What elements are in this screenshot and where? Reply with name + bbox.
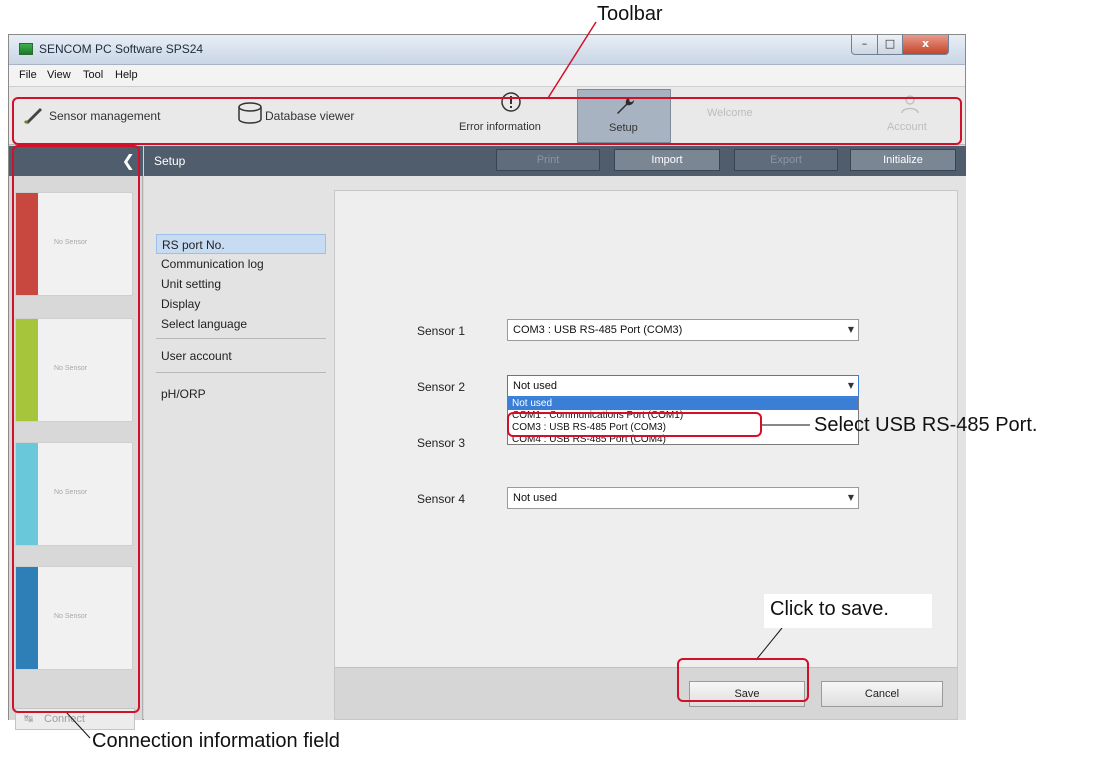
menu-tool[interactable]: Tool xyxy=(83,69,103,81)
callout-click-save: Click to save. xyxy=(770,598,889,620)
nav-rs-port[interactable]: RS port No. xyxy=(156,234,326,254)
title-bar: SENCOM PC Software SPS24 – □ x xyxy=(9,35,965,65)
setup-body: RS port No. Communication log Unit setti… xyxy=(144,176,966,720)
nav-unit-setting[interactable]: Unit setting xyxy=(156,274,221,294)
callout-toolbar: Toolbar xyxy=(597,3,663,25)
com4-option-highlight xyxy=(507,412,762,437)
settings-footer: Save Cancel xyxy=(335,667,957,719)
chevron-down-icon: ▼ xyxy=(847,325,854,334)
chevron-down-icon: ▼ xyxy=(847,381,854,390)
sensor-1-value: COM3 : USB RS-485 Port (COM3) xyxy=(513,324,683,336)
setup-nav: RS port No. Communication log Unit setti… xyxy=(144,176,334,720)
maximize-button[interactable]: □ xyxy=(877,35,903,55)
nav-display[interactable]: Display xyxy=(156,294,200,314)
callout-select-port: Select USB RS-485 Port. xyxy=(814,414,1038,436)
save-button-highlight xyxy=(677,658,809,702)
nav-divider xyxy=(156,338,326,339)
nav-user-account[interactable]: User account xyxy=(156,346,232,366)
toolbar-highlight xyxy=(12,97,962,145)
sensor-2-value: Not used xyxy=(513,380,558,392)
setup-header: Setup Print Import Export Initialize xyxy=(144,146,966,176)
connect-label: Connect xyxy=(44,713,85,725)
nav-ph-orp[interactable]: pH/ORP xyxy=(156,384,206,404)
nav-communication-log[interactable]: Communication log xyxy=(156,254,264,274)
sensor-4-value: Not used xyxy=(513,492,558,504)
sensor-1-port-select[interactable]: COM3 : USB RS-485 Port (COM3) ▼ xyxy=(507,319,859,341)
dropdown-option-not-used[interactable]: Not used xyxy=(508,398,858,410)
initialize-button[interactable]: Initialize xyxy=(850,149,956,171)
window-title: SENCOM PC Software SPS24 xyxy=(39,42,204,56)
callout-connection-info: Connection information field xyxy=(92,730,340,752)
sensor-2-label: Sensor 2 xyxy=(417,380,466,394)
menu-help[interactable]: Help xyxy=(115,69,138,81)
sensor-3-label: Sensor 3 xyxy=(417,436,466,450)
sensor-4-label: Sensor 4 xyxy=(417,492,466,506)
cancel-button[interactable]: Cancel xyxy=(821,681,943,707)
app-icon xyxy=(19,43,33,55)
import-button[interactable]: Import xyxy=(614,149,720,171)
minimize-button[interactable]: – xyxy=(851,35,878,55)
nav-divider xyxy=(156,372,326,373)
close-button[interactable]: x xyxy=(902,35,949,55)
menu-file[interactable]: File xyxy=(19,69,37,81)
connection-panel-highlight xyxy=(12,145,140,713)
rs-port-settings: Sensor 1 COM3 : USB RS-485 Port (COM3) ▼… xyxy=(334,190,958,720)
chevron-down-icon: ▼ xyxy=(847,493,854,502)
nav-select-language[interactable]: Select language xyxy=(156,314,247,334)
page-title: Setup xyxy=(154,154,186,168)
print-button[interactable]: Print xyxy=(496,149,600,171)
menu-view[interactable]: View xyxy=(47,69,71,81)
sensor-1-label: Sensor 1 xyxy=(417,324,466,338)
sensor-4-port-select[interactable]: Not used ▼ xyxy=(507,487,859,509)
connect-icon: ↹ xyxy=(24,712,34,725)
export-button[interactable]: Export xyxy=(734,149,838,171)
menu-bar: File View Tool Help xyxy=(9,65,965,87)
sensor-2-port-select[interactable]: Not used ▼ xyxy=(507,375,859,397)
